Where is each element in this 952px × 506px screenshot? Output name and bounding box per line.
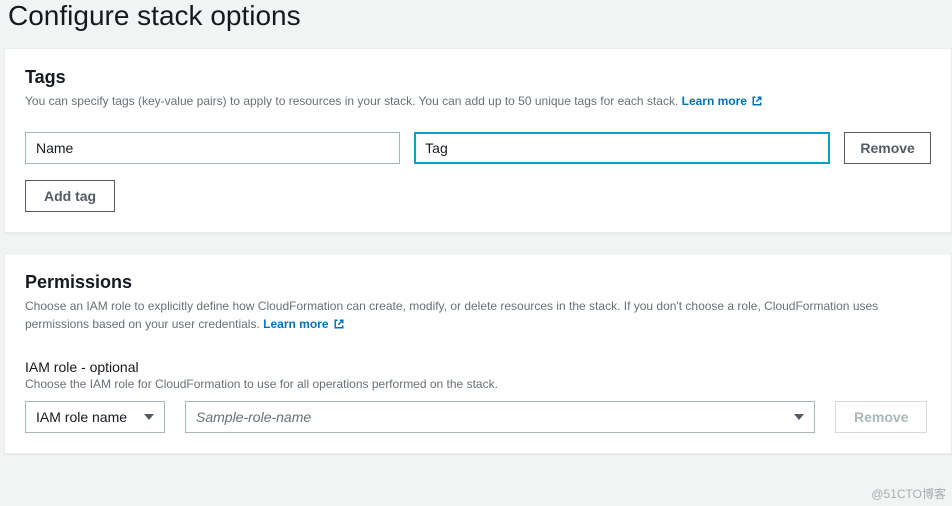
tags-desc-text: You can specify tags (key-value pairs) t… [25,94,678,108]
iam-role-type-value: IAM role name [36,409,127,425]
iam-role-name-placeholder: Sample-role-name [196,409,311,425]
permissions-learn-more-link[interactable]: Learn more [263,315,344,333]
tags-title: Tags [25,67,931,88]
iam-role-name-select[interactable]: Sample-role-name [185,401,815,433]
tags-panel: Tags You can specify tags (key-value pai… [4,48,952,233]
iam-role-row: IAM role name Sample-role-name Remove [25,401,931,433]
remove-role-button[interactable]: Remove [835,401,927,433]
chevron-down-icon [794,414,804,420]
learn-more-label: Learn more [682,92,747,110]
tags-learn-more-link[interactable]: Learn more [682,92,763,110]
permissions-description: Choose an IAM role to explicitly define … [25,297,931,333]
add-tag-button[interactable]: Add tag [25,180,115,212]
permissions-desc-text: Choose an IAM role to explicitly define … [25,299,878,331]
chevron-down-icon [144,414,154,420]
permissions-title: Permissions [25,272,931,293]
iam-role-label: IAM role - optional [25,359,931,375]
page-title: Configure stack options [0,0,952,48]
tag-row: Remove [25,132,931,164]
external-link-icon [751,95,763,107]
iam-role-type-select[interactable]: IAM role name [25,401,165,433]
iam-role-hint: Choose the IAM role for CloudFormation t… [25,377,931,391]
watermark-text: @51CTO博客 [871,485,946,502]
permissions-panel: Permissions Choose an IAM role to explic… [4,253,952,454]
external-link-icon [333,318,345,330]
remove-tag-button[interactable]: Remove [844,132,931,164]
learn-more-label: Learn more [263,315,328,333]
tag-key-input[interactable] [25,132,400,164]
tag-value-input[interactable] [414,132,830,164]
tags-description: You can specify tags (key-value pairs) t… [25,92,931,110]
